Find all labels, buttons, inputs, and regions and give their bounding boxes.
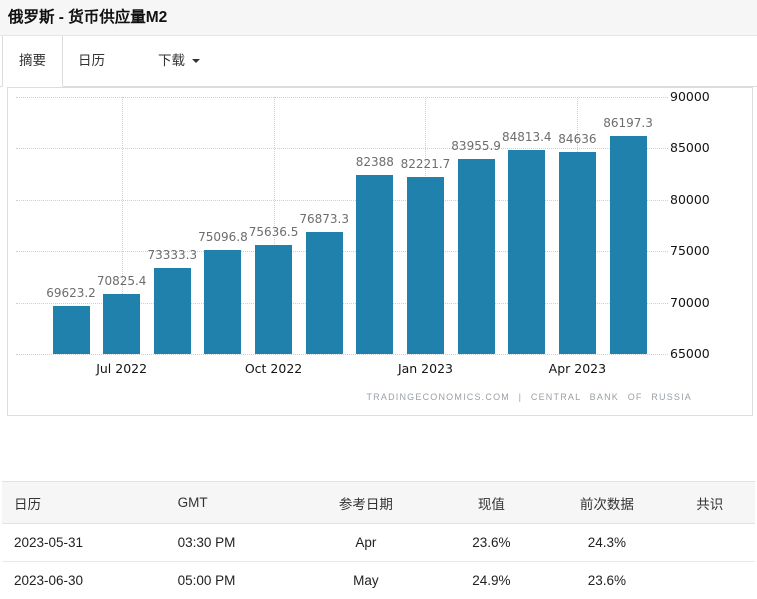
tab-download-label: 下载: [158, 53, 185, 68]
cell-reference: May: [298, 561, 434, 599]
y-tick-label: 65000: [670, 346, 710, 361]
calendar-table: 日历 GMT 参考日期 现值 前次数据 共识 2023-05-31 03:30 …: [2, 481, 755, 599]
y-tick-label: 70000: [670, 294, 710, 310]
chart-attribution: TRADINGECONOMICS.COM | CENTRAL BANK OF R…: [366, 392, 692, 402]
chart-bar[interactable]: [508, 150, 545, 354]
table-row: 2023-06-30 05:00 PM May 24.9% 23.6%: [2, 561, 755, 599]
cell-reference: Apr: [298, 523, 434, 562]
chart-bar[interactable]: [610, 136, 647, 354]
col-header-gmt: GMT: [165, 481, 299, 524]
chart-bar[interactable]: [255, 245, 292, 354]
tab-calendar[interactable]: 日历: [63, 36, 120, 86]
tab-summary[interactable]: 摘要: [2, 36, 63, 87]
cell-previous: 24.3%: [549, 523, 665, 562]
x-tick-label: Oct 2022: [244, 361, 303, 376]
chart-bar[interactable]: [154, 268, 191, 354]
x-tick-label: Jan 2023: [397, 361, 453, 376]
gridline: [16, 354, 668, 355]
col-header-calendar: 日历: [2, 481, 166, 524]
cell-date: 2023-05-31: [2, 523, 166, 562]
chart-bar[interactable]: [407, 177, 444, 354]
col-header-reference: 参考日期: [298, 481, 434, 524]
cell-consensus: [664, 523, 755, 562]
chart-bar[interactable]: [53, 306, 90, 354]
chart-bar[interactable]: [559, 152, 596, 354]
table-header-row: 日历 GMT 参考日期 现值 前次数据 共识: [2, 481, 755, 524]
tab-download[interactable]: 下载: [142, 36, 216, 86]
col-header-previous: 前次数据: [549, 481, 665, 524]
chart-bar[interactable]: [356, 175, 393, 354]
chart-card: TRADINGECONOMICS.COM | CENTRAL BANK OF R…: [7, 87, 753, 416]
page-title: 俄罗斯 - 货币供应量M2: [0, 0, 757, 36]
gridline: [16, 148, 668, 150]
y-tick-label: 90000: [670, 89, 710, 104]
table-row: 2023-05-31 03:30 PM Apr 23.6% 24.3%: [2, 523, 755, 562]
y-tick-label: 80000: [670, 191, 710, 207]
caret-down-icon: [192, 59, 200, 63]
cell-date: 2023-06-30: [2, 561, 166, 599]
cell-actual: 24.9%: [433, 561, 550, 599]
cell-previous: 23.6%: [549, 561, 665, 599]
chart-bar[interactable]: [204, 250, 241, 354]
col-header-consensus: 共识: [664, 481, 755, 524]
cell-consensus: [664, 561, 755, 599]
cell-gmt: 03:30 PM: [165, 523, 299, 562]
chart-bar[interactable]: [306, 232, 343, 354]
cell-gmt: 05:00 PM: [165, 561, 299, 599]
bar-value-label: 86197.3: [603, 116, 653, 130]
y-tick-label: 85000: [670, 140, 710, 156]
x-tick-label: Apr 2023: [548, 361, 607, 376]
chart-bar[interactable]: [103, 294, 140, 354]
y-tick-label: 75000: [670, 243, 710, 259]
cell-actual: 23.6%: [433, 523, 550, 562]
col-header-actual: 现值: [433, 481, 550, 524]
x-tick-label: Jul 2022: [96, 361, 148, 376]
bar-value-label: 82221.7: [400, 157, 451, 171]
chart-bar[interactable]: [458, 159, 495, 354]
gridline: [16, 97, 668, 98]
tab-bar: 摘要 日历 下载: [0, 36, 757, 87]
bar-value-label: 84636: [558, 132, 597, 146]
